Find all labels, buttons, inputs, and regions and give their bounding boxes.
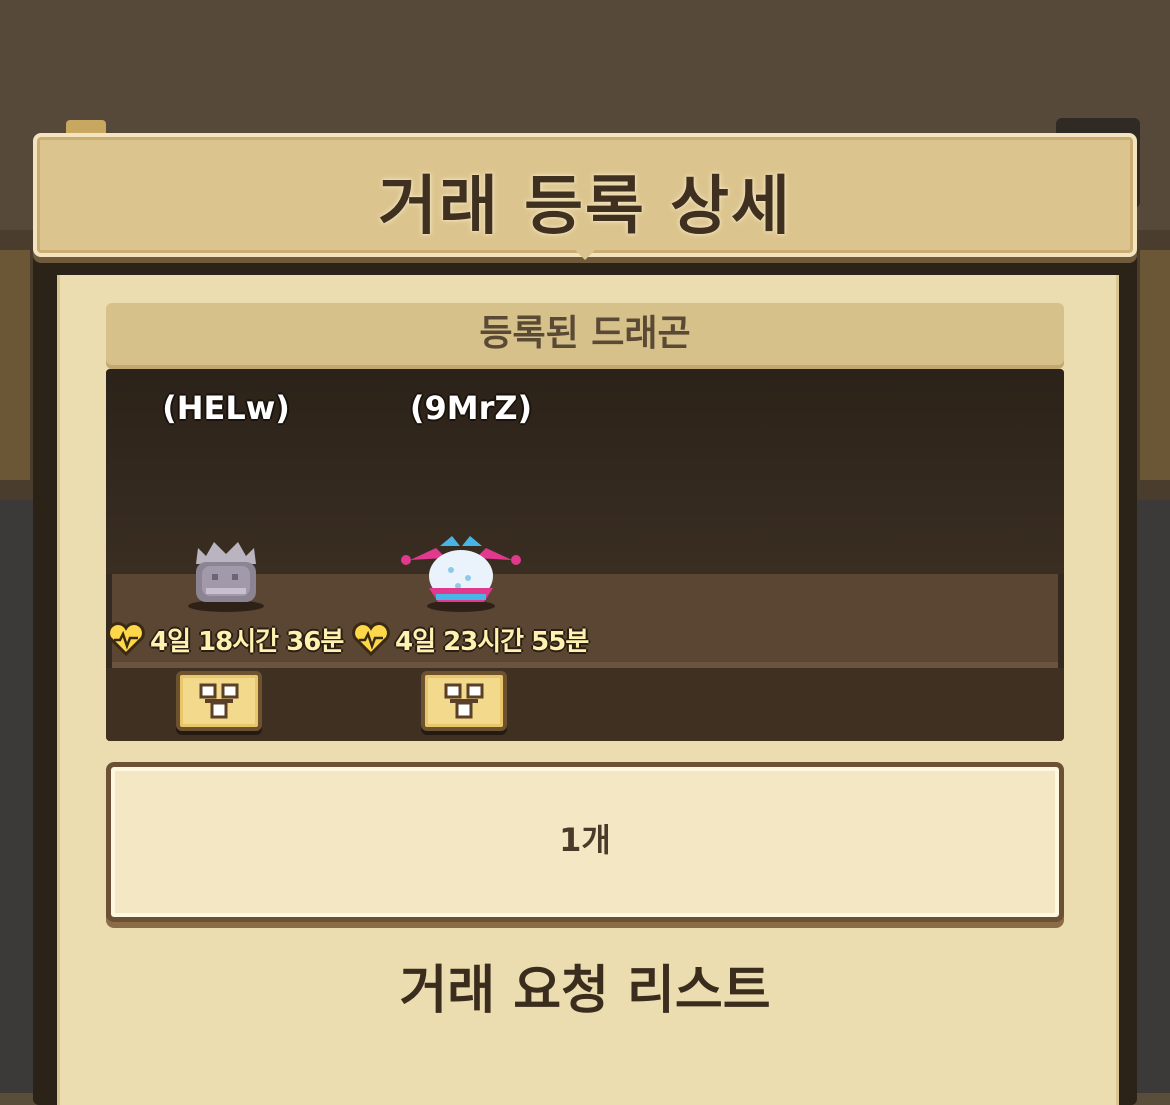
background-left-decoration bbox=[0, 250, 30, 480]
dragon-slot[interactable]: (HELw) 4일 18시간 36분 bbox=[106, 369, 346, 741]
dragon-name: (HELw) bbox=[162, 389, 290, 427]
dragon-timer: 4일 23시간 55분 bbox=[351, 619, 601, 659]
dragon-name: (9MrZ) bbox=[409, 389, 533, 427]
registered-dragons-area: (HELw) 4일 18시간 36분 (9MrZ) 4일 23시간 55분 bbox=[106, 369, 1064, 741]
heart-pulse-icon bbox=[352, 622, 390, 656]
heart-pulse-icon bbox=[107, 622, 145, 656]
registered-dragons-header: 등록된 드래곤 bbox=[106, 303, 1064, 365]
trade-count-box[interactable]: 1개 bbox=[106, 762, 1064, 922]
trade-request-list-title: 거래 요청 리스트 bbox=[399, 961, 771, 1021]
trade-count: 1개 bbox=[559, 821, 611, 859]
dragon-time-remaining: 4일 18시간 36분 bbox=[150, 626, 344, 657]
trade-tree-icon bbox=[199, 683, 239, 719]
dragon-slot[interactable]: (9MrZ) 4일 23시간 55분 bbox=[351, 369, 591, 741]
registered-dragons-label: 등록된 드래곤 bbox=[479, 313, 691, 354]
dialog-title-banner: 거래 등록 상세 bbox=[33, 133, 1137, 257]
trade-tree-icon bbox=[444, 683, 484, 719]
dragon-timer: 4일 18시간 36분 bbox=[106, 619, 356, 659]
dialog-title: 거래 등록 상세 bbox=[378, 170, 792, 244]
background-right-decoration bbox=[1140, 250, 1170, 480]
grey-spiked-dragon-egg-sprite bbox=[188, 542, 264, 612]
jester-dragon-egg-sprite bbox=[401, 536, 521, 612]
trade-button[interactable] bbox=[421, 671, 507, 731]
trade-button[interactable] bbox=[176, 671, 262, 731]
dragon-time-remaining: 4일 23시간 55분 bbox=[395, 626, 589, 657]
